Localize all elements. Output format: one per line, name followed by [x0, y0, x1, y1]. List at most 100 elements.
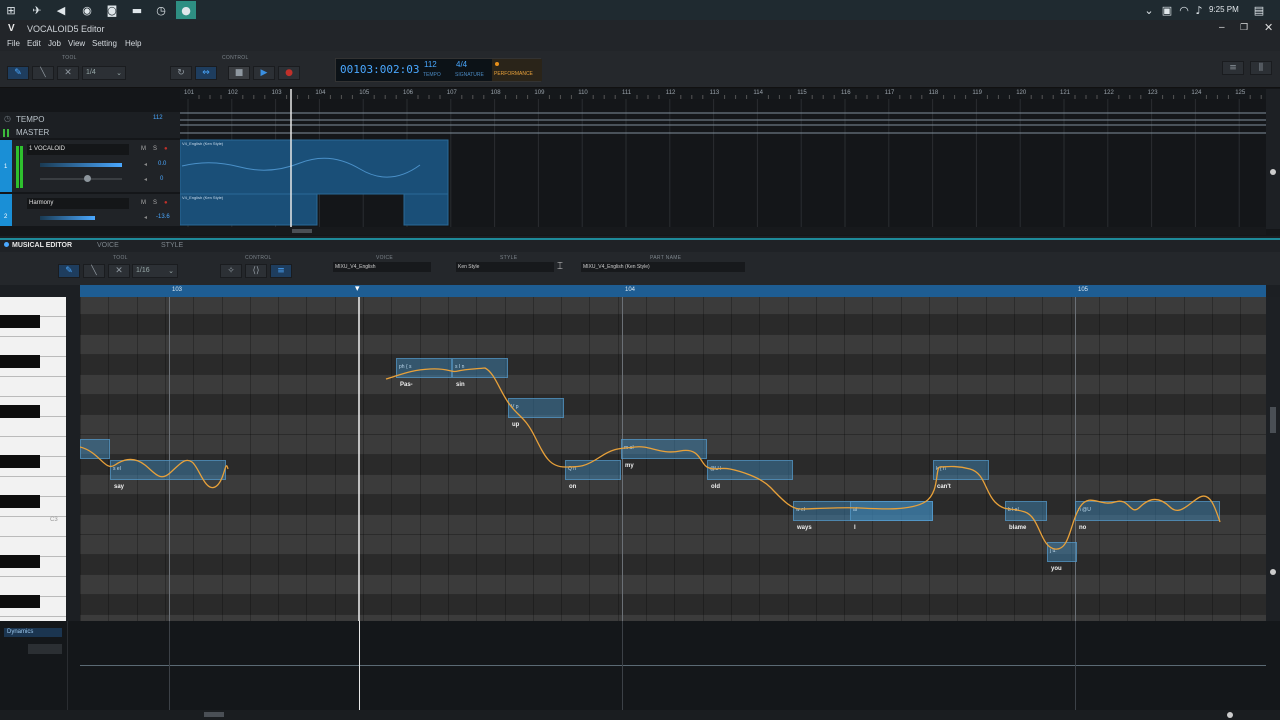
white-key[interactable]: [0, 297, 66, 317]
white-key[interactable]: [0, 537, 66, 557]
eraser-tool-button[interactable]: ✕: [57, 66, 79, 80]
scroll-thumb[interactable]: [292, 229, 312, 233]
mixer-icon[interactable]: ⫼: [1250, 61, 1272, 75]
loop-button[interactable]: ↻: [170, 66, 192, 80]
black-key[interactable]: [0, 405, 40, 418]
minimize-icon[interactable]: –: [1219, 22, 1225, 33]
tab-voice[interactable]: VOICE: [97, 242, 119, 249]
piano-roll-ruler[interactable]: 103 104 105 ▾: [80, 283, 1266, 297]
play-button[interactable]: ▶: [253, 66, 275, 80]
tempo-track-value[interactable]: 112: [153, 115, 163, 121]
line-tool-button[interactable]: ╲: [32, 66, 54, 80]
zoom-handle[interactable]: [1270, 169, 1276, 175]
black-key[interactable]: [0, 555, 40, 568]
mute-button[interactable]: M: [141, 200, 146, 206]
menu-help[interactable]: Help: [125, 39, 141, 48]
piano-roll[interactable]: s eI say ph { s Pas-s I n sin V p up Q n on m aI m…: [80, 297, 1266, 621]
dynamics-lane[interactable]: Dynamics: [0, 621, 1280, 710]
dynamics-curve[interactable]: [80, 665, 1266, 666]
mute-button[interactable]: M: [141, 146, 146, 152]
piano-roll-vscroll[interactable]: [1266, 297, 1280, 621]
steam-icon[interactable]: ✈: [28, 2, 46, 18]
piano-keyboard[interactable]: [0, 297, 66, 621]
record-arm-icon[interactable]: ●: [164, 146, 168, 152]
menu-edit[interactable]: Edit: [27, 39, 41, 48]
windows-start-icon[interactable]: ⊞: [2, 2, 20, 18]
black-key[interactable]: [0, 595, 40, 608]
zoom-handle[interactable]: [1227, 712, 1233, 718]
white-key[interactable]: [0, 337, 66, 357]
discord-icon[interactable]: ◙: [103, 2, 121, 18]
menu-file[interactable]: File: [7, 39, 20, 48]
playhead-marker-icon[interactable]: ▾: [355, 283, 360, 294]
quantize-select[interactable]: 1/16 ⌄: [132, 264, 178, 278]
stop-button[interactable]: ■: [228, 66, 250, 80]
volume-slider[interactable]: [40, 163, 122, 167]
black-key[interactable]: [0, 355, 40, 368]
performance-panel[interactable]: PERFORMANCE: [492, 59, 542, 81]
volume-value[interactable]: -13.6: [156, 214, 170, 220]
pan-value[interactable]: 0: [160, 176, 163, 182]
quantize-select[interactable]: 1/4 ⌄: [82, 66, 126, 80]
network-icon[interactable]: ▣: [1158, 2, 1176, 18]
menu-view[interactable]: View: [68, 39, 85, 48]
chrome-icon[interactable]: ◉: [78, 2, 96, 18]
white-key[interactable]: [0, 417, 66, 437]
track-header-1[interactable]: 1 1 VOCALOID M S ● ◂ 0.0 ◂ 0: [0, 140, 180, 192]
scroll-follow-button[interactable]: ≡: [270, 264, 292, 278]
list-view-icon[interactable]: ≡: [1222, 61, 1244, 75]
pitch-curve[interactable]: [80, 367, 1221, 550]
black-key[interactable]: [0, 315, 40, 328]
file-explorer-icon[interactable]: ▬: [128, 2, 146, 18]
menu-job[interactable]: Job: [48, 39, 61, 48]
style-select[interactable]: Ken Style: [456, 262, 554, 272]
restore-icon[interactable]: ❐: [1240, 22, 1248, 33]
tab-style[interactable]: STYLE: [161, 242, 183, 249]
pencil-tool-button[interactable]: ✎: [7, 66, 29, 80]
follow-button[interactable]: ⇔: [195, 66, 217, 80]
black-key[interactable]: [0, 455, 40, 468]
chevron-up-icon[interactable]: ⌄: [1140, 2, 1158, 18]
white-key[interactable]: [0, 377, 66, 397]
white-key[interactable]: [0, 477, 66, 497]
volume-slider[interactable]: [40, 216, 95, 220]
volume-value[interactable]: 0.0: [158, 161, 166, 167]
arranger-vscroll[interactable]: [1266, 89, 1280, 229]
pan-slider[interactable]: [40, 178, 122, 180]
white-key[interactable]: [0, 437, 66, 457]
part-name-field[interactable]: MIXU_V4_English (Ken Style): [581, 262, 745, 272]
solo-button[interactable]: S: [153, 200, 157, 206]
scroll-thumb[interactable]: [1270, 407, 1276, 433]
piano-roll-hscroll[interactable]: [0, 710, 1280, 720]
resize-button[interactable]: ⟨⟩: [245, 264, 267, 278]
clock-app-icon[interactable]: ◷: [152, 2, 170, 18]
eraser-tool-button[interactable]: ✕: [108, 264, 130, 278]
track-name-field[interactable]: 1 VOCALOID: [27, 144, 129, 155]
pencil-tool-button[interactable]: ✎: [58, 264, 80, 278]
pitch-curve-layer[interactable]: [80, 297, 1266, 621]
track-name-field[interactable]: Harmony: [27, 198, 129, 209]
record-button[interactable]: ●: [278, 66, 300, 80]
volume-icon[interactable]: ♪: [1190, 2, 1208, 18]
white-key[interactable]: [0, 577, 66, 597]
scroll-thumb[interactable]: [204, 712, 224, 717]
line-tool-button[interactable]: ╲: [83, 264, 105, 278]
media-player-icon[interactable]: ◀: [52, 2, 70, 18]
zoom-handle[interactable]: [1270, 569, 1276, 575]
pan-knob[interactable]: [84, 175, 91, 182]
snap-button[interactable]: ✧: [220, 264, 242, 278]
arranger-timeline[interactable]: [180, 89, 1266, 229]
notification-icon[interactable]: ▤: [1250, 2, 1268, 18]
vocaloid-app-icon[interactable]: ●: [176, 1, 196, 19]
close-icon[interactable]: ✕: [1264, 21, 1273, 34]
tempo-value[interactable]: 112: [424, 60, 437, 69]
track-header-2[interactable]: 2 Harmony M S ● ◂ -13.6: [0, 194, 180, 226]
black-key[interactable]: [0, 495, 40, 508]
solo-button[interactable]: S: [153, 146, 157, 152]
record-arm-icon[interactable]: ●: [164, 200, 168, 206]
tab-musical-editor[interactable]: MUSICAL EDITOR: [12, 242, 72, 249]
menu-setting[interactable]: Setting: [92, 39, 117, 48]
arranger-hscroll[interactable]: [180, 227, 1266, 235]
signature-value[interactable]: 4/4: [456, 60, 467, 69]
voice-select[interactable]: MIXU_V4_English: [333, 262, 431, 272]
